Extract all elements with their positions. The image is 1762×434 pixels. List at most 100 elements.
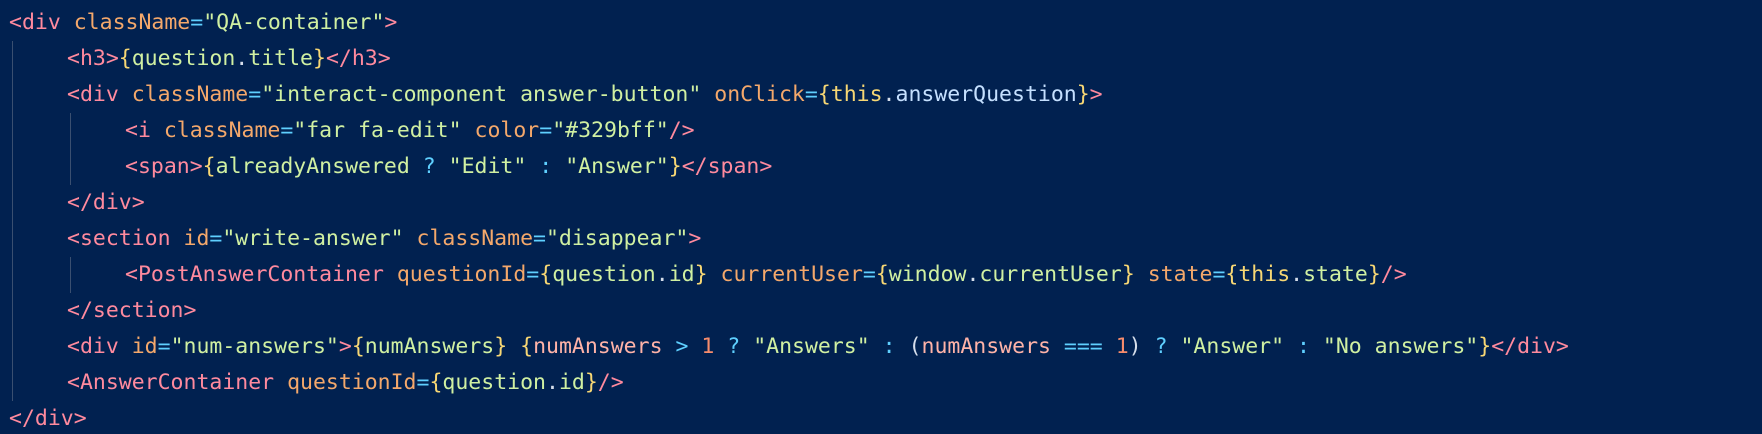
code-token: currentUser bbox=[979, 262, 1122, 287]
code-text: <i className="far fa-edit" color="#329bf… bbox=[125, 113, 695, 149]
code-token: : bbox=[539, 154, 553, 179]
indent-guide bbox=[12, 221, 13, 257]
code-token: } bbox=[1121, 262, 1135, 287]
code-token: state bbox=[1303, 262, 1368, 287]
indent-guide bbox=[12, 185, 13, 221]
code-token: questionId bbox=[396, 262, 527, 287]
code-token: <span> bbox=[125, 154, 203, 179]
code-token: this bbox=[830, 82, 883, 107]
code-token: </section> bbox=[67, 298, 197, 323]
code-token: question bbox=[131, 46, 236, 71]
code-token: "write-answer" bbox=[222, 226, 404, 251]
code-token: "Answer" bbox=[565, 154, 669, 179]
code-token: currentUser bbox=[720, 262, 863, 287]
code-token: > bbox=[384, 10, 398, 35]
code-token: state bbox=[1147, 262, 1213, 287]
code-line[interactable]: <PostAnswerContainer questionId={questio… bbox=[0, 257, 1762, 293]
code-token: numAnswers bbox=[533, 334, 663, 359]
code-token: ( bbox=[908, 334, 922, 359]
code-token: <section bbox=[67, 226, 184, 251]
code-token: ) bbox=[1128, 334, 1142, 359]
indent-guide bbox=[12, 77, 13, 113]
code-token: ? bbox=[422, 154, 436, 179]
code-token: . bbox=[655, 262, 669, 287]
code-text: <span>{alreadyAnswered ? "Edit" : "Answe… bbox=[125, 149, 772, 185]
code-token: } bbox=[694, 262, 708, 287]
code-token: { bbox=[539, 262, 553, 287]
code-line[interactable]: <div id="num-answers">{numAnswers} {numA… bbox=[0, 329, 1762, 365]
code-token: /> bbox=[668, 118, 695, 143]
code-token: className bbox=[163, 118, 281, 143]
code-text: <section id="write-answer" className="di… bbox=[67, 221, 701, 257]
code-token: ? bbox=[727, 334, 741, 359]
code-line[interactable]: <section id="write-answer" className="di… bbox=[0, 221, 1762, 257]
code-token: id bbox=[668, 262, 695, 287]
code-token: "num-answers" bbox=[170, 334, 339, 359]
code-token: id bbox=[183, 226, 210, 251]
code-token: 1 bbox=[1115, 334, 1129, 359]
indent-guide bbox=[12, 41, 13, 77]
code-text: <div id="num-answers">{numAnswers} {numA… bbox=[67, 329, 1569, 365]
code-text: <PostAnswerContainer questionId={questio… bbox=[125, 257, 1407, 293]
code-line[interactable]: <div className="QA-container"> bbox=[0, 5, 1762, 41]
code-token: onClick bbox=[714, 82, 805, 107]
code-editor[interactable]: <div className="QA-container"> <h3>{quest… bbox=[0, 0, 1762, 434]
code-token: : bbox=[1297, 334, 1310, 359]
code-token: this bbox=[1238, 262, 1291, 287]
code-token: "#329bff" bbox=[552, 118, 669, 143]
code-text: </div> bbox=[9, 401, 87, 434]
code-line[interactable]: <AnswerContainer questionId={question.id… bbox=[0, 365, 1762, 401]
code-line[interactable]: </div> bbox=[0, 401, 1762, 434]
code-line[interactable]: </div> bbox=[0, 185, 1762, 221]
code-token: = bbox=[526, 262, 540, 287]
code-token: /> bbox=[597, 370, 624, 395]
code-token: </h3> bbox=[325, 46, 391, 71]
indent-guide bbox=[12, 365, 13, 401]
code-token: } bbox=[494, 334, 508, 359]
code-token: <div bbox=[67, 82, 132, 107]
code-token: = bbox=[533, 226, 546, 251]
code-text: <AnswerContainer questionId={question.id… bbox=[67, 365, 624, 401]
code-text: </div> bbox=[67, 185, 145, 221]
code-line[interactable]: <div className="interact-component answe… bbox=[0, 77, 1762, 113]
code-token: "QA-container" bbox=[203, 10, 385, 35]
code-token: question bbox=[442, 370, 546, 395]
code-token: > bbox=[688, 226, 702, 251]
code-token: } bbox=[1478, 334, 1492, 359]
code-token: "Answer" bbox=[1180, 334, 1285, 359]
code-line[interactable]: </section> bbox=[0, 293, 1762, 329]
indent-guide bbox=[12, 257, 13, 293]
code-token: { bbox=[351, 334, 365, 359]
code-token: > bbox=[1089, 82, 1103, 107]
code-token: { bbox=[429, 370, 443, 395]
code-token: = bbox=[280, 118, 294, 143]
code-token: <div bbox=[67, 334, 132, 359]
indent-guide bbox=[70, 113, 71, 149]
code-token: </div> bbox=[9, 406, 87, 431]
code-token: = bbox=[539, 118, 553, 143]
indent-guide bbox=[12, 293, 13, 329]
code-token: : bbox=[882, 334, 896, 359]
code-line[interactable]: <span>{alreadyAnswered ? "Edit" : "Answe… bbox=[0, 149, 1762, 185]
code-token: } bbox=[1076, 82, 1090, 107]
code-token: . bbox=[882, 82, 896, 107]
code-token: "far fa-edit" bbox=[293, 118, 462, 143]
code-line[interactable]: <i className="far fa-edit" color="#329bf… bbox=[0, 113, 1762, 149]
indent-guide bbox=[70, 257, 71, 293]
code-token: questionId bbox=[287, 370, 417, 395]
code-line[interactable]: <h3>{question.title}</h3> bbox=[0, 41, 1762, 77]
code-text: <div className="interact-component answe… bbox=[67, 77, 1103, 113]
